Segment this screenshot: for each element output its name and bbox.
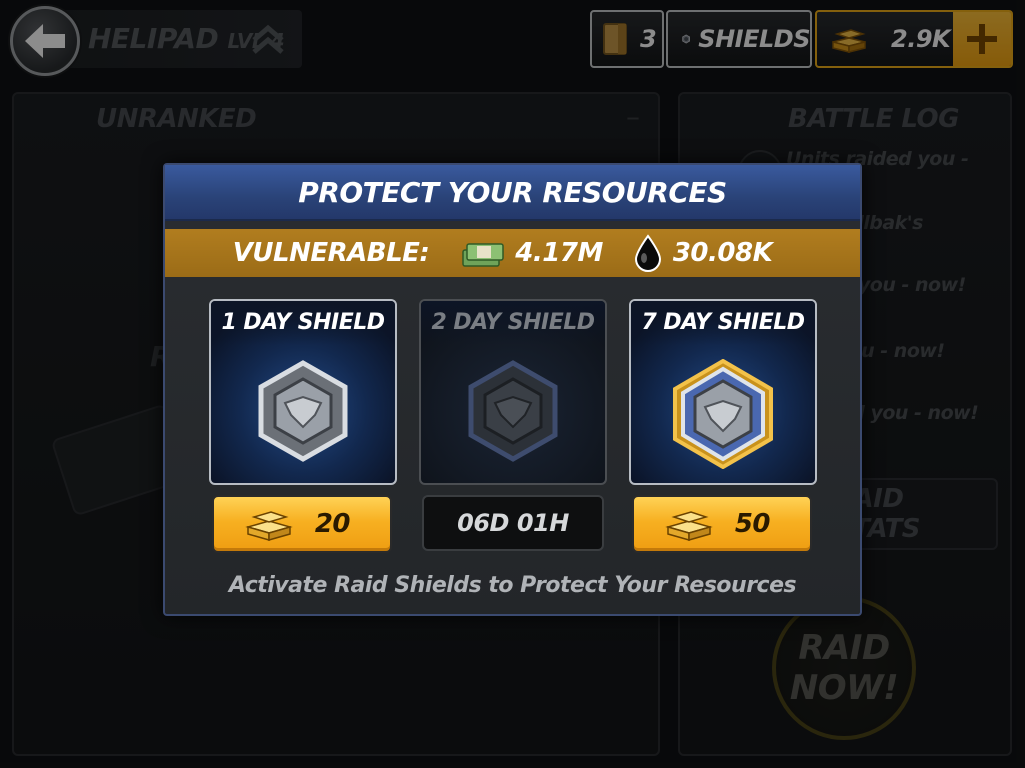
gold-bars-icon — [665, 511, 713, 541]
shield-hex-icon — [671, 358, 775, 473]
oil-value: 30.08K — [672, 238, 773, 268]
vulnerable-label: VULNERABLE: — [232, 238, 430, 268]
dialog-title: PROTECT YOUR RESOURCES — [298, 175, 727, 209]
shield-hex-icon — [465, 359, 561, 467]
oil-drop-icon — [634, 234, 661, 272]
shield-card-label: 2 DAY SHIELD — [421, 301, 605, 345]
price-amount: 50 — [734, 509, 771, 539]
shield-card-7-day[interactable]: 7 DAY SHIELD — [629, 299, 817, 485]
cash-stack-icon — [462, 243, 505, 267]
cash-value: 4.17M — [515, 238, 603, 268]
shield-card-2-day: 2 DAY SHIELD — [419, 299, 607, 485]
buy-7-day-shield-button[interactable]: 50 — [632, 495, 812, 553]
shield-hex-icon — [255, 359, 351, 467]
protect-resources-dialog: PROTECT YOUR RESOURCES VULNERABLE: 4.17M… — [163, 163, 862, 616]
dialog-footer-text: Activate Raid Shields to Protect Your Re… — [228, 573, 797, 598]
shield-card-label: 1 DAY SHIELD — [211, 301, 395, 345]
dialog-header: PROTECT YOUR RESOURCES — [165, 165, 860, 221]
shield-cooldown-timer: 06D 01H — [422, 495, 604, 551]
vulnerable-bar: VULNERABLE: 4.17M 30.08K — [165, 229, 860, 277]
shield-card-1-day[interactable]: 1 DAY SHIELD — [209, 299, 397, 485]
shield-card-label: 7 DAY SHIELD — [631, 301, 815, 345]
price-amount: 20 — [314, 509, 351, 539]
gold-bars-icon — [245, 511, 293, 541]
buy-1-day-shield-button[interactable]: 20 — [212, 495, 392, 553]
